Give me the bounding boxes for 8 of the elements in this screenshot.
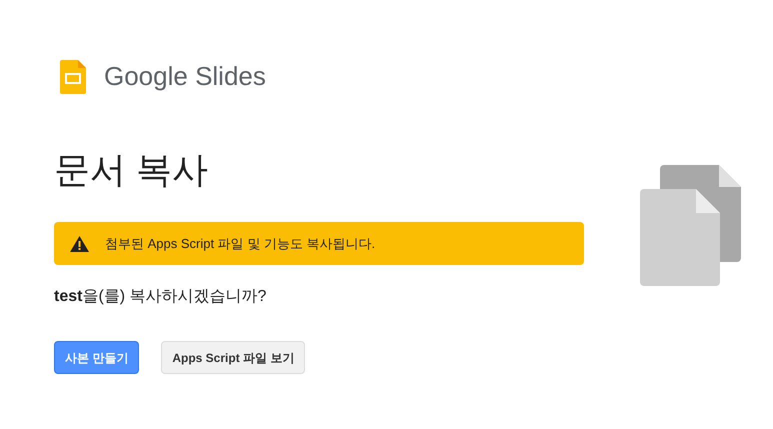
warning-icon (70, 236, 89, 252)
page-title: 문서 복사 (54, 148, 210, 192)
documents-icon (640, 165, 741, 286)
slides-logo-icon (60, 60, 86, 94)
view-script-button[interactable]: Apps Script 파일 보기 (161, 341, 306, 374)
copy-question: test을(를) 복사하시겠습니까? (54, 287, 268, 307)
warning-text: 첨부된 Apps Script 파일 및 기능도 복사됩니다. (105, 234, 376, 253)
brand-name: Google Slides (104, 60, 266, 93)
